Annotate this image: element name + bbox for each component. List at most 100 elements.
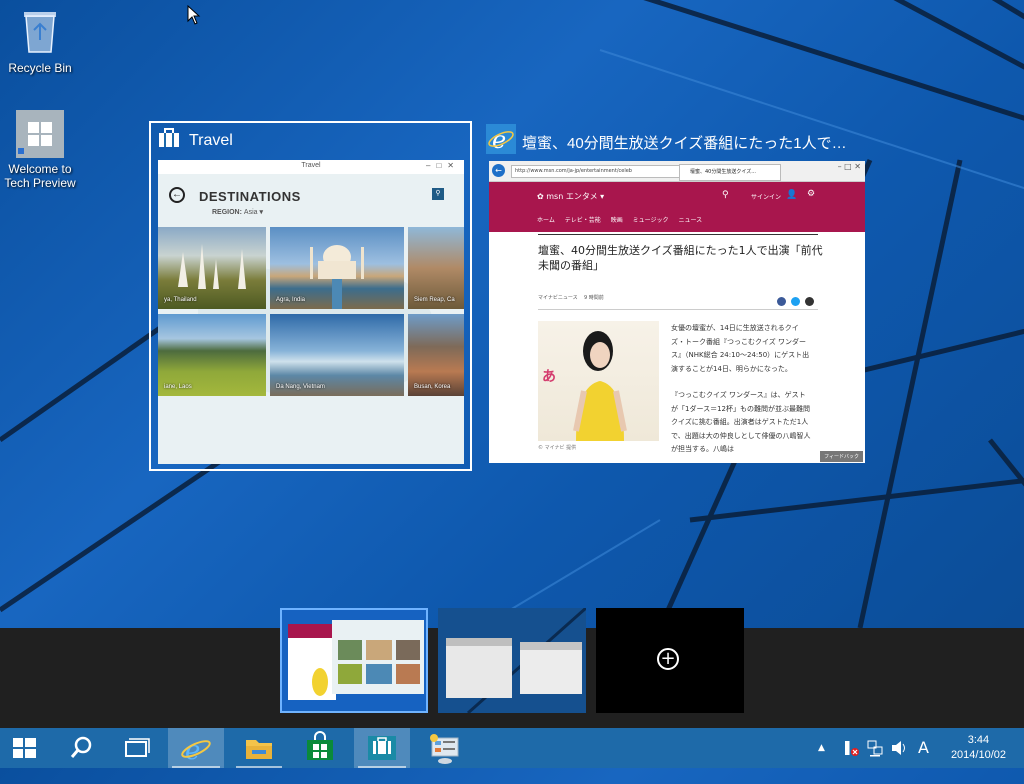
svg-text:あ: あ (542, 369, 556, 385)
desktop-2-preview (446, 608, 586, 713)
svg-text:e: e (185, 736, 200, 766)
browser-toolbar: ← http://www.msn.com/ja-jp/entertainment… (489, 161, 865, 182)
destination-tile[interactable]: ya, Thailand (158, 227, 266, 309)
window-controls: –□✕ (426, 161, 460, 170)
travel-titlebar-text: Travel (301, 162, 321, 169)
back-arrow-icon[interactable]: ← (169, 187, 185, 203)
file-explorer-icon (246, 740, 272, 759)
search-button[interactable] (56, 728, 104, 768)
search-icon[interactable]: ⚲ (432, 188, 444, 200)
desktop-1-preview (288, 620, 424, 700)
divider (538, 234, 818, 235)
gear-icon[interactable]: ⚙ (807, 189, 815, 199)
share-icons (777, 291, 815, 310)
clock[interactable]: 3:44 2014/10/02 (951, 733, 1006, 763)
new-desktop-button[interactable]: + (596, 608, 744, 713)
twitter-icon[interactable] (791, 297, 801, 306)
destination-tile[interactable]: Da Nang, Vietnam (270, 314, 404, 396)
recycle-bin[interactable]: Recycle Bin (0, 8, 80, 75)
tile-caption: Da Nang, Vietnam (276, 384, 325, 390)
destinations-heading: DESTINATIONS (199, 189, 301, 204)
welcome-tech-preview[interactable]: Welcome to Tech Preview (0, 110, 80, 190)
recycle-bin-label: Recycle Bin (8, 61, 72, 75)
network-icon[interactable] (866, 728, 884, 768)
back-arrow-icon[interactable]: ← (492, 164, 505, 177)
divider (538, 309, 818, 310)
region-selector[interactable]: REGION: Asia ▾ (212, 208, 263, 216)
control-panel-button[interactable] (420, 728, 470, 768)
article-body: 女優の壇蜜が、14日に生放送されるクイズ・トーク番組『つっこむクイズ ワンダース… (671, 322, 811, 457)
destination-tile[interactable]: Agra, India (270, 227, 404, 309)
butterfly-icon: ✿ (537, 192, 544, 201)
msn-logo[interactable]: ✿ msn エンタメ ▾ (537, 191, 604, 202)
region-value: Asia (243, 209, 258, 216)
recycle-bin-icon (0, 8, 80, 57)
tile-caption: Busan, Korea (414, 384, 451, 390)
user-icon[interactable]: 👤 (786, 190, 797, 200)
destination-tile[interactable]: Siem Reap, Ca (408, 227, 464, 309)
volume-icon[interactable] (890, 728, 908, 768)
region-label: REGION: (212, 209, 242, 216)
tile-caption: Siem Reap, Ca (414, 297, 455, 303)
travel-suitcase-icon (368, 736, 396, 760)
browser-tab[interactable]: 壇蜜、40分間生放送クイズ... (679, 164, 781, 181)
task-view-window-browser[interactable]: e 壇蜜、40分間生放送クイズ番組にたった1人で… ← http://www.m… (484, 121, 868, 471)
internet-explorer-icon: e (181, 736, 211, 766)
travel-app-preview: Travel –□✕ ← DESTINATIONS REGION: Asia ▾… (158, 160, 464, 464)
site-name: msn エンタメ (546, 192, 598, 201)
tile-caption: ya, Thailand (164, 297, 197, 303)
window-controls: – □ ✕ (837, 162, 861, 171)
action-center-icon[interactable] (842, 728, 860, 768)
source-name: マイナビニュース (538, 295, 578, 301)
browser-preview: ← http://www.msn.com/ja-jp/entertainment… (489, 161, 865, 463)
article-paragraph: 『つっこむクイズ ワンダース』は、ゲストが「1ダース＝12杯」もの難問が並ぶ最難… (671, 391, 811, 453)
window-title: Travel (189, 132, 233, 149)
feedback-button[interactable]: フィードバック (820, 451, 863, 462)
ime-indicator[interactable]: A (918, 728, 929, 768)
nav-item[interactable]: ニュース (678, 217, 702, 224)
taskbar: e ▲ A 3:44 2014/10/02 (0, 728, 1024, 768)
chevron-down-icon: ▾ (600, 192, 605, 201)
file-explorer-button[interactable] (232, 728, 286, 768)
nav-item[interactable]: テレビ・芸能 (565, 217, 601, 224)
store-button[interactable] (296, 728, 344, 768)
show-hidden-icons[interactable]: ▲ (818, 728, 825, 768)
signin-link[interactable]: サインイン (751, 192, 781, 201)
control-panel-icon (430, 734, 459, 764)
article-photo: あ (538, 321, 659, 441)
internet-explorer-icon: e (486, 124, 516, 154)
nav-item[interactable]: 映画 (611, 217, 623, 224)
nav-item[interactable]: ホーム (537, 217, 555, 224)
mouse-cursor-icon (187, 5, 201, 25)
store-icon (307, 731, 333, 760)
start-button[interactable] (0, 728, 48, 768)
article-title: 壇蜜、40分間生放送クイズ番組にたった1人で出演「前代未聞の番組」 (538, 244, 823, 272)
task-view-window-travel[interactable]: Travel Travel –□✕ ← DESTINATIONS REGION:… (149, 121, 472, 471)
internet-explorer-button[interactable]: e (168, 728, 224, 768)
destination-tile[interactable]: Busan, Korea (408, 314, 464, 396)
search-icon[interactable]: ⚲ (722, 190, 729, 200)
msn-nav: ホーム テレビ・芸能 映画 ミュージック ニュース (537, 215, 702, 224)
desktop-thumbnail-1[interactable] (280, 608, 428, 713)
window-title: 壇蜜、40分間生放送クイズ番組にたった1人で… (522, 135, 847, 152)
task-view-button[interactable] (112, 728, 160, 768)
travel-suitcase-icon (157, 127, 181, 151)
msn-header: ✿ msn エンタメ ▾ ⚲ サインイン 👤 ⚙ ホーム テレビ・芸能 映画 ミ… (489, 182, 865, 232)
travel-titlebar: Travel –□✕ (158, 160, 464, 174)
facebook-icon[interactable] (777, 297, 786, 306)
travel-header: ← DESTINATIONS REGION: Asia ▾ ⚲ (158, 174, 464, 222)
mail-icon[interactable] (805, 297, 815, 306)
photo-caption: © マイナビ 提供 (538, 445, 577, 451)
windows-logo-icon (16, 110, 64, 158)
search-icon (70, 736, 92, 758)
desktop-thumbnail-2[interactable] (438, 608, 586, 713)
svg-text:e: e (492, 126, 506, 154)
windows-start-icon (13, 738, 36, 758)
article-paragraph: 女優の壇蜜が、14日に生放送されるクイズ・トーク番組『つっこむクイズ ワンダース… (671, 324, 810, 373)
nav-item[interactable]: ミュージック (633, 217, 669, 224)
address-bar[interactable]: http://www.msn.com/ja-jp/entertainment/c… (511, 165, 681, 178)
travel-button[interactable] (354, 728, 410, 768)
article-meta: マイナビニュース 9 時間前 (538, 294, 604, 301)
destination-tile[interactable]: iane, Laos (158, 314, 266, 396)
welcome-label: Welcome to Tech Preview (4, 162, 76, 190)
